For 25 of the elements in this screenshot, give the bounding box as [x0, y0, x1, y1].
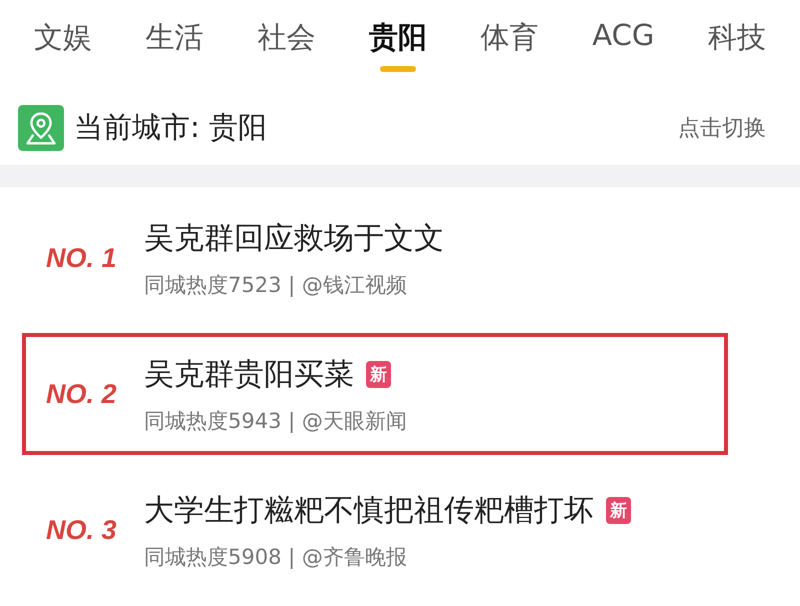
map-pin-icon: [18, 104, 64, 150]
rank-label: NO. 3: [45, 514, 118, 546]
rank-label: NO. 1: [45, 242, 118, 274]
new-badge: 新: [606, 496, 631, 524]
tab-underline: [380, 66, 416, 72]
switch-city-link[interactable]: 点击切换: [678, 112, 766, 142]
news-item[interactable]: NO. 3 大学生打糍粑不慎把祖传粑槽打坏 新 同城热度5908 | @齐鲁晚报: [22, 469, 728, 591]
category-tab[interactable]: 体育: [480, 0, 539, 72]
category-tab[interactable]: 科技: [708, 0, 766, 72]
category-tab[interactable]: ACG: [592, 0, 654, 72]
category-tab[interactable]: 贵阳: [368, 0, 427, 72]
current-city-label: 当前城市: 贵阳: [74, 108, 267, 146]
news-item[interactable]: NO. 1 吴克群回应救场于文文 同城热度7523 | @钱江视频: [22, 197, 728, 319]
news-title: 吴克群回应救场于文文: [144, 220, 444, 258]
news-meta: 同城热度7523 | @钱江视频: [144, 272, 408, 298]
category-tab[interactable]: 生活: [146, 0, 204, 72]
news-title: 吴克群贵阳买菜: [144, 356, 354, 394]
news-meta: 同城热度5908 | @齐鲁晚报: [144, 544, 408, 570]
category-tab[interactable]: 社会: [257, 0, 316, 72]
news-title: 大学生打糍粑不慎把祖传粑槽打坏: [144, 492, 594, 530]
category-tab[interactable]: 文娱: [34, 0, 92, 72]
rank-label: NO. 2: [45, 378, 118, 410]
news-meta: 同城热度5943 | @天眼新闻: [144, 408, 407, 434]
news-item[interactable]: NO. 2 吴克群贵阳买菜 新 同城热度5943 | @天眼新闻: [22, 333, 728, 455]
new-badge: 新: [366, 360, 391, 388]
